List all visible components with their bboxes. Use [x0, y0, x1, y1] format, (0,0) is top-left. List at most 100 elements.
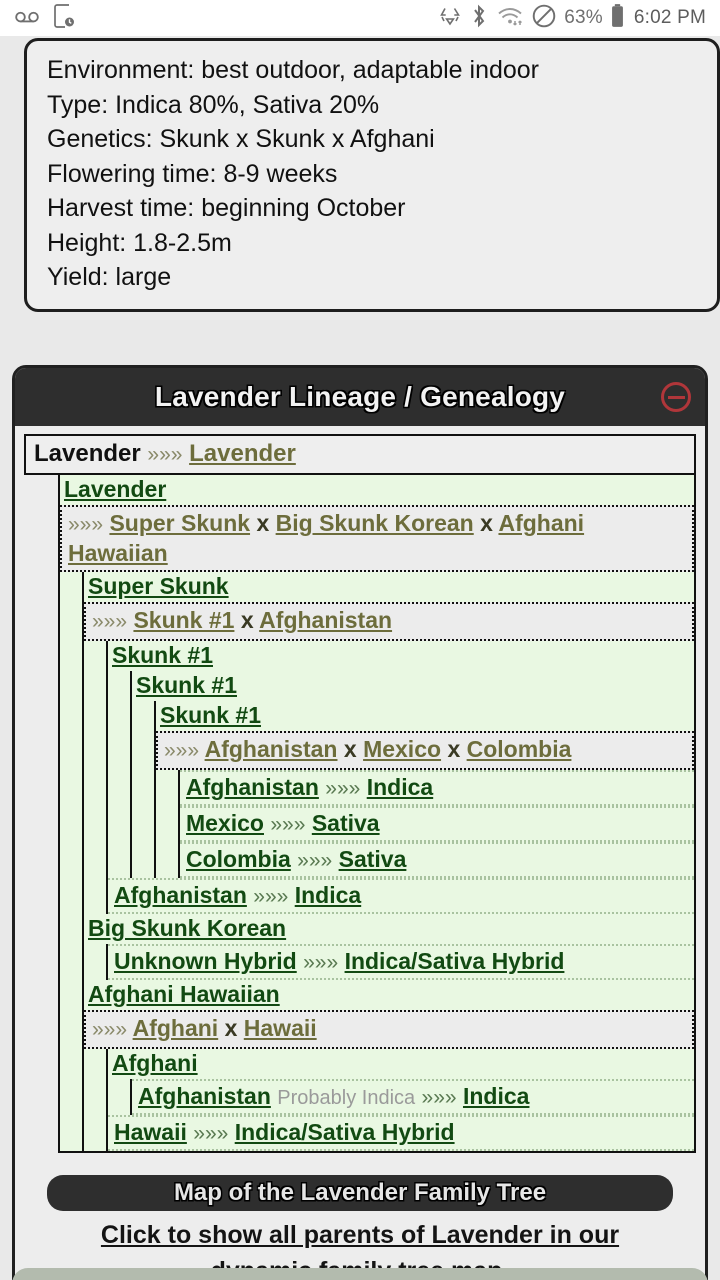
node-super-skunk: Super Skunk »»» Skunk #1 x Afghanistan S…	[84, 572, 694, 914]
lavender-children: Super Skunk »»» Skunk #1 x Afghanistan S…	[82, 572, 694, 1151]
leaf-arrow: »»»	[421, 1086, 457, 1109]
root-link[interactable]: Lavender	[189, 440, 296, 467]
cross-row-skunk1: »»» Afghanistan x Mexico x Colombia	[156, 731, 694, 770]
node-lavender: Lavender »»» Super Skunk x Big Skunk Kor…	[60, 475, 694, 1151]
map-pill-button[interactable]: Map of the Lavender Family Tree	[47, 1175, 673, 1211]
leaf-afghanistan-indica-2: Afghanistan »»» Indica	[108, 878, 694, 914]
wifi-icon	[496, 4, 524, 33]
circle-minus-icon[interactable]	[661, 382, 691, 412]
cross-arrow: »»»	[92, 1018, 128, 1041]
cross-link-skunk-1[interactable]: Skunk #1	[133, 607, 234, 633]
leaf-unknown-hybrid: Unknown Hybrid »»» Indica/Sativa Hybrid	[108, 944, 694, 980]
cross-link-colombia[interactable]: Colombia	[467, 736, 572, 762]
node-skunk1-a-label: Skunk #1	[108, 641, 694, 671]
skunk1-a-children: Skunk #1 Skunk #1 »»» Afghanistan x Mexi…	[130, 671, 694, 878]
cross-link-hawaii[interactable]: Hawaii	[244, 1015, 317, 1041]
leaf-to-link[interactable]: Indica	[295, 882, 361, 908]
leaf-from-link[interactable]: Afghanistan	[186, 774, 319, 800]
cross-arrow: »»»	[68, 513, 104, 536]
leaf-to-link[interactable]: Indica	[463, 1083, 529, 1109]
cross-x: x	[343, 736, 357, 762]
cross-link-mexico[interactable]: Mexico	[363, 736, 441, 762]
leaf-to-link[interactable]: Sativa	[339, 846, 407, 872]
map-pill-label: Map of the Lavender Family Tree	[173, 1179, 547, 1206]
leaf-arrow: »»»	[193, 1122, 229, 1145]
cross-link-big-skunk-korean[interactable]: Big Skunk Korean	[276, 510, 474, 536]
clock-label: 6:02 PM	[633, 7, 706, 28]
lineage-tree: Lavender »»» Lavender Lavender »»» Super…	[15, 426, 705, 1165]
node-skunk1-c-label: Skunk #1	[156, 701, 694, 731]
leaf-from-link[interactable]: Afghanistan	[114, 882, 247, 908]
node-skunk1-b: Skunk #1 Skunk #1 »»» Afghanistan x Mexi…	[132, 671, 694, 878]
cross-link-super-skunk[interactable]: Super Skunk	[109, 510, 250, 536]
status-bar-left	[14, 3, 76, 34]
info-line-type: Type: Indica 80%, Sativa 20%	[47, 90, 380, 119]
tree-root-row: Lavender »»» Lavender	[24, 434, 696, 475]
upload-info-card[interactable]: Upload your info about this strain	[12, 1268, 708, 1280]
leaf-afghanistan-probably-indica: Afghanistan Probably Indica »»» Indica	[132, 1079, 694, 1115]
node-afghani-hawaiian-label: Afghani Hawaiian	[84, 980, 694, 1010]
cross-x: x	[224, 1015, 238, 1041]
skunk1-c-children: Afghanistan »»» Indica Mexico »»» Sativa…	[178, 770, 694, 878]
leaf-from-link[interactable]: Unknown Hybrid	[114, 948, 297, 974]
cross-x: x	[480, 510, 493, 536]
cross-x: x	[256, 510, 270, 536]
leaf-arrow: »»»	[297, 849, 333, 872]
family-tree-map-block: Map of the Lavender Family Tree Click to…	[15, 1165, 705, 1280]
leaf-mexico-sativa: Mexico »»» Sativa	[180, 806, 694, 842]
cross-link-afghanistan[interactable]: Afghanistan	[205, 736, 338, 762]
status-bar: 63% 6:02 PM	[0, 0, 720, 36]
strain-info-card: Environment: best outdoor, adaptable ind…	[24, 38, 720, 312]
device-clock-icon	[52, 3, 76, 34]
info-line-genetics: Genetics: Skunk x Skunk x Afghani	[47, 125, 435, 153]
leaf-from-link[interactable]: Colombia	[186, 846, 291, 872]
cross-link-afghanistan[interactable]: Afghanistan	[259, 607, 392, 633]
map-link-line1: Click to show all parents of Lavender in…	[100, 1221, 620, 1249]
node-super-skunk-label: Super Skunk	[84, 572, 694, 602]
leaf-to-link[interactable]: Sativa	[312, 810, 380, 836]
cross-x: x	[240, 607, 254, 633]
cross-row-super-skunk: »»» Skunk #1 x Afghanistan	[84, 602, 694, 641]
tree-box: Lavender »»» Super Skunk x Big Skunk Kor…	[58, 475, 696, 1153]
node-skunk1-a: Skunk #1 Skunk #1 Skunk #1 »»» Afghanist…	[108, 641, 694, 878]
leaf-from-link[interactable]: Afghanistan	[138, 1083, 271, 1109]
cross-row-afghani-hawaiian: »»» Afghani x Hawaii	[84, 1010, 694, 1049]
leaf-to-link[interactable]: Indica	[367, 774, 433, 800]
lineage-title: Lavender Lineage / Genealogy	[154, 381, 566, 412]
node-afghani-hawaiian: Afghani Hawaiian »»» Afghani x Hawaii Af…	[84, 980, 694, 1151]
leaf-arrow: »»»	[270, 813, 306, 836]
cross-arrow: »»»	[92, 610, 128, 633]
leaf-to-link[interactable]: Indica/Sativa Hybrid	[345, 948, 565, 974]
node-lavender-label: Lavender	[60, 475, 694, 505]
lineage-header: Lavender Lineage / Genealogy	[15, 368, 705, 426]
afghani-hawaiian-children: Afghani Afghanistan Probably Indica »»» …	[106, 1049, 694, 1151]
do-not-disturb-icon	[531, 3, 557, 34]
lineage-card: Lavender Lineage / Genealogy Lavender »»…	[12, 365, 708, 1280]
info-line-harvest: Harvest time: beginning October	[47, 194, 406, 222]
status-bar-right: 63% 6:02 PM	[438, 3, 706, 34]
battery-percent-label: 63%	[564, 7, 603, 28]
leaf-arrow: »»»	[303, 951, 339, 974]
node-afghani-label: Afghani	[108, 1049, 694, 1079]
leaf-afghanistan-indica: Afghanistan »»» Indica	[180, 770, 694, 806]
node-big-skunk-korean-label: Big Skunk Korean	[84, 914, 694, 944]
voicemail-icon	[14, 3, 40, 34]
afghani-children: Afghanistan Probably Indica »»» Indica	[130, 1079, 694, 1115]
node-skunk1-b-label: Skunk #1	[132, 671, 694, 701]
cross-arrow: »»»	[164, 739, 200, 762]
battery-icon	[610, 3, 625, 34]
page-scroll-area[interactable]: Environment: best outdoor, adaptable ind…	[0, 36, 720, 1280]
node-afghani: Afghani Afghanistan Probably Indica »»» …	[108, 1049, 694, 1115]
bluetooth-icon	[469, 3, 489, 34]
cross-link-afghani[interactable]: Afghani	[133, 1015, 219, 1041]
leaf-from-link[interactable]: Hawaii	[114, 1119, 187, 1145]
data-saver-icon	[438, 4, 462, 33]
super-skunk-children: Skunk #1 Skunk #1 Skunk #1 »»» Afghanist…	[106, 641, 694, 914]
leaf-colombia-sativa: Colombia »»» Sativa	[180, 842, 694, 878]
node-big-skunk-korean: Big Skunk Korean Unknown Hybrid »»» Indi…	[84, 914, 694, 980]
root-label: Lavender	[34, 440, 141, 467]
leaf-to-link[interactable]: Indica/Sativa Hybrid	[235, 1119, 455, 1145]
leaf-from-link[interactable]: Mexico	[186, 810, 264, 836]
leaf-arrow: »»»	[325, 777, 361, 800]
cross-row-lavender: »»» Super Skunk x Big Skunk Korean x Afg…	[60, 505, 694, 572]
